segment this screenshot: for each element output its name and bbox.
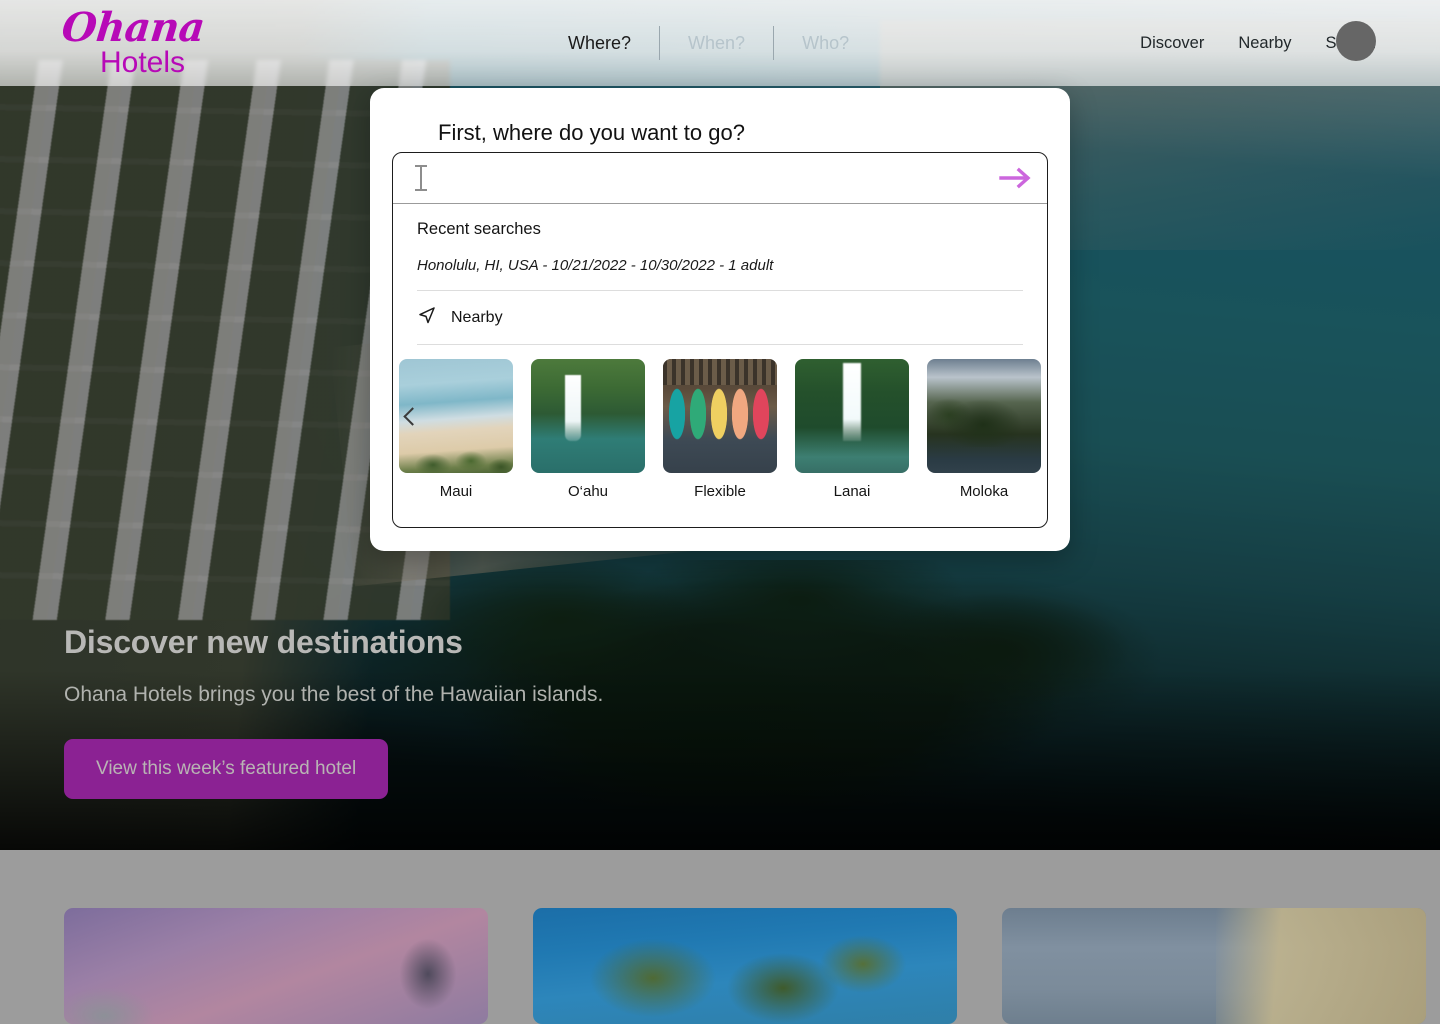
destinations-carousel: Maui O‘ahu Flexible Lanai Moloka — [393, 359, 1047, 519]
search-card: Recent searches Honolulu, HI, USA - 10/2… — [392, 152, 1048, 528]
destination-card-oahu[interactable]: O‘ahu — [531, 359, 645, 500]
where-search-modal: First, where do you want to go? Recent s… — [370, 88, 1070, 551]
destinations-track: Maui O‘ahu Flexible Lanai Moloka — [397, 359, 1047, 500]
search-tabs: Where? When? Who? — [540, 22, 877, 64]
page-title: Discover new destinations — [64, 624, 463, 660]
brand-logo-subtitle: Hotels — [100, 46, 186, 79]
brand-logo-script: Ohana — [59, 4, 207, 51]
destination-label: O‘ahu — [567, 483, 609, 500]
featured-hotel-button[interactable]: View this week’s featured hotel — [64, 739, 389, 799]
destination-search-input[interactable] — [427, 169, 985, 187]
hero-copy: Discover new destinations Ohana Hotels b… — [64, 624, 603, 799]
recent-search-item[interactable]: Honolulu, HI, USA - 10/21/2022 - 10/30/2… — [417, 257, 1023, 291]
tab-where[interactable]: Where? — [540, 33, 659, 54]
destination-card-maui[interactable]: Maui — [399, 359, 513, 500]
destination-card-lanai[interactable]: Lanai — [795, 359, 909, 500]
destination-card-flexible[interactable]: Flexible — [663, 359, 777, 500]
recent-searches-title: Recent searches — [417, 220, 541, 238]
lower-card-sunset-palms[interactable] — [64, 908, 488, 1024]
nav-link-nearby[interactable]: Nearby — [1238, 34, 1291, 53]
tab-when[interactable]: When? — [660, 33, 773, 54]
modal-title: First, where do you want to go? — [438, 120, 745, 145]
molokai-cliffs-image — [927, 359, 1041, 473]
recent-searches-block: Recent searches Honolulu, HI, USA - 10/2… — [393, 204, 1047, 291]
lower-card-hotel-facade[interactable] — [1002, 908, 1426, 1024]
destination-label: Maui — [439, 483, 473, 500]
search-input-row — [393, 153, 1047, 204]
nearby-option[interactable]: Nearby — [417, 291, 1023, 345]
oahu-waterfall-image — [531, 359, 645, 473]
destination-label: Moloka — [959, 483, 1009, 500]
arrow-right-icon[interactable] — [985, 153, 1047, 204]
destination-label: Flexible — [694, 483, 746, 500]
avatar[interactable] — [1336, 21, 1376, 61]
lower-card-grid — [64, 908, 1426, 1024]
hero-subheading: Ohana Hotels brings you the best of the … — [64, 683, 604, 706]
tab-who[interactable]: Who? — [774, 33, 877, 54]
aloha-surfboards-image — [663, 359, 777, 473]
lower-card-palm-trees[interactable] — [533, 908, 957, 1024]
lower-section — [0, 850, 1440, 1024]
nav-link-discover[interactable]: Discover — [1140, 34, 1204, 53]
navigation-arrow-icon — [417, 305, 437, 330]
destination-card-moloka[interactable]: Moloka — [927, 359, 1041, 500]
chevron-left-icon[interactable] — [401, 407, 419, 425]
text-cursor-icon — [415, 165, 427, 191]
header-nav: Discover Nearby Sign in — [1140, 0, 1420, 86]
brand-logo[interactable]: Ohana Hotels — [59, 4, 272, 80]
lanai-waterfall-image — [795, 359, 909, 473]
nearby-label: Nearby — [451, 308, 503, 326]
site-header: Ohana Hotels Where? When? Who? Discover … — [0, 0, 1440, 86]
destination-label: Lanai — [833, 483, 871, 500]
